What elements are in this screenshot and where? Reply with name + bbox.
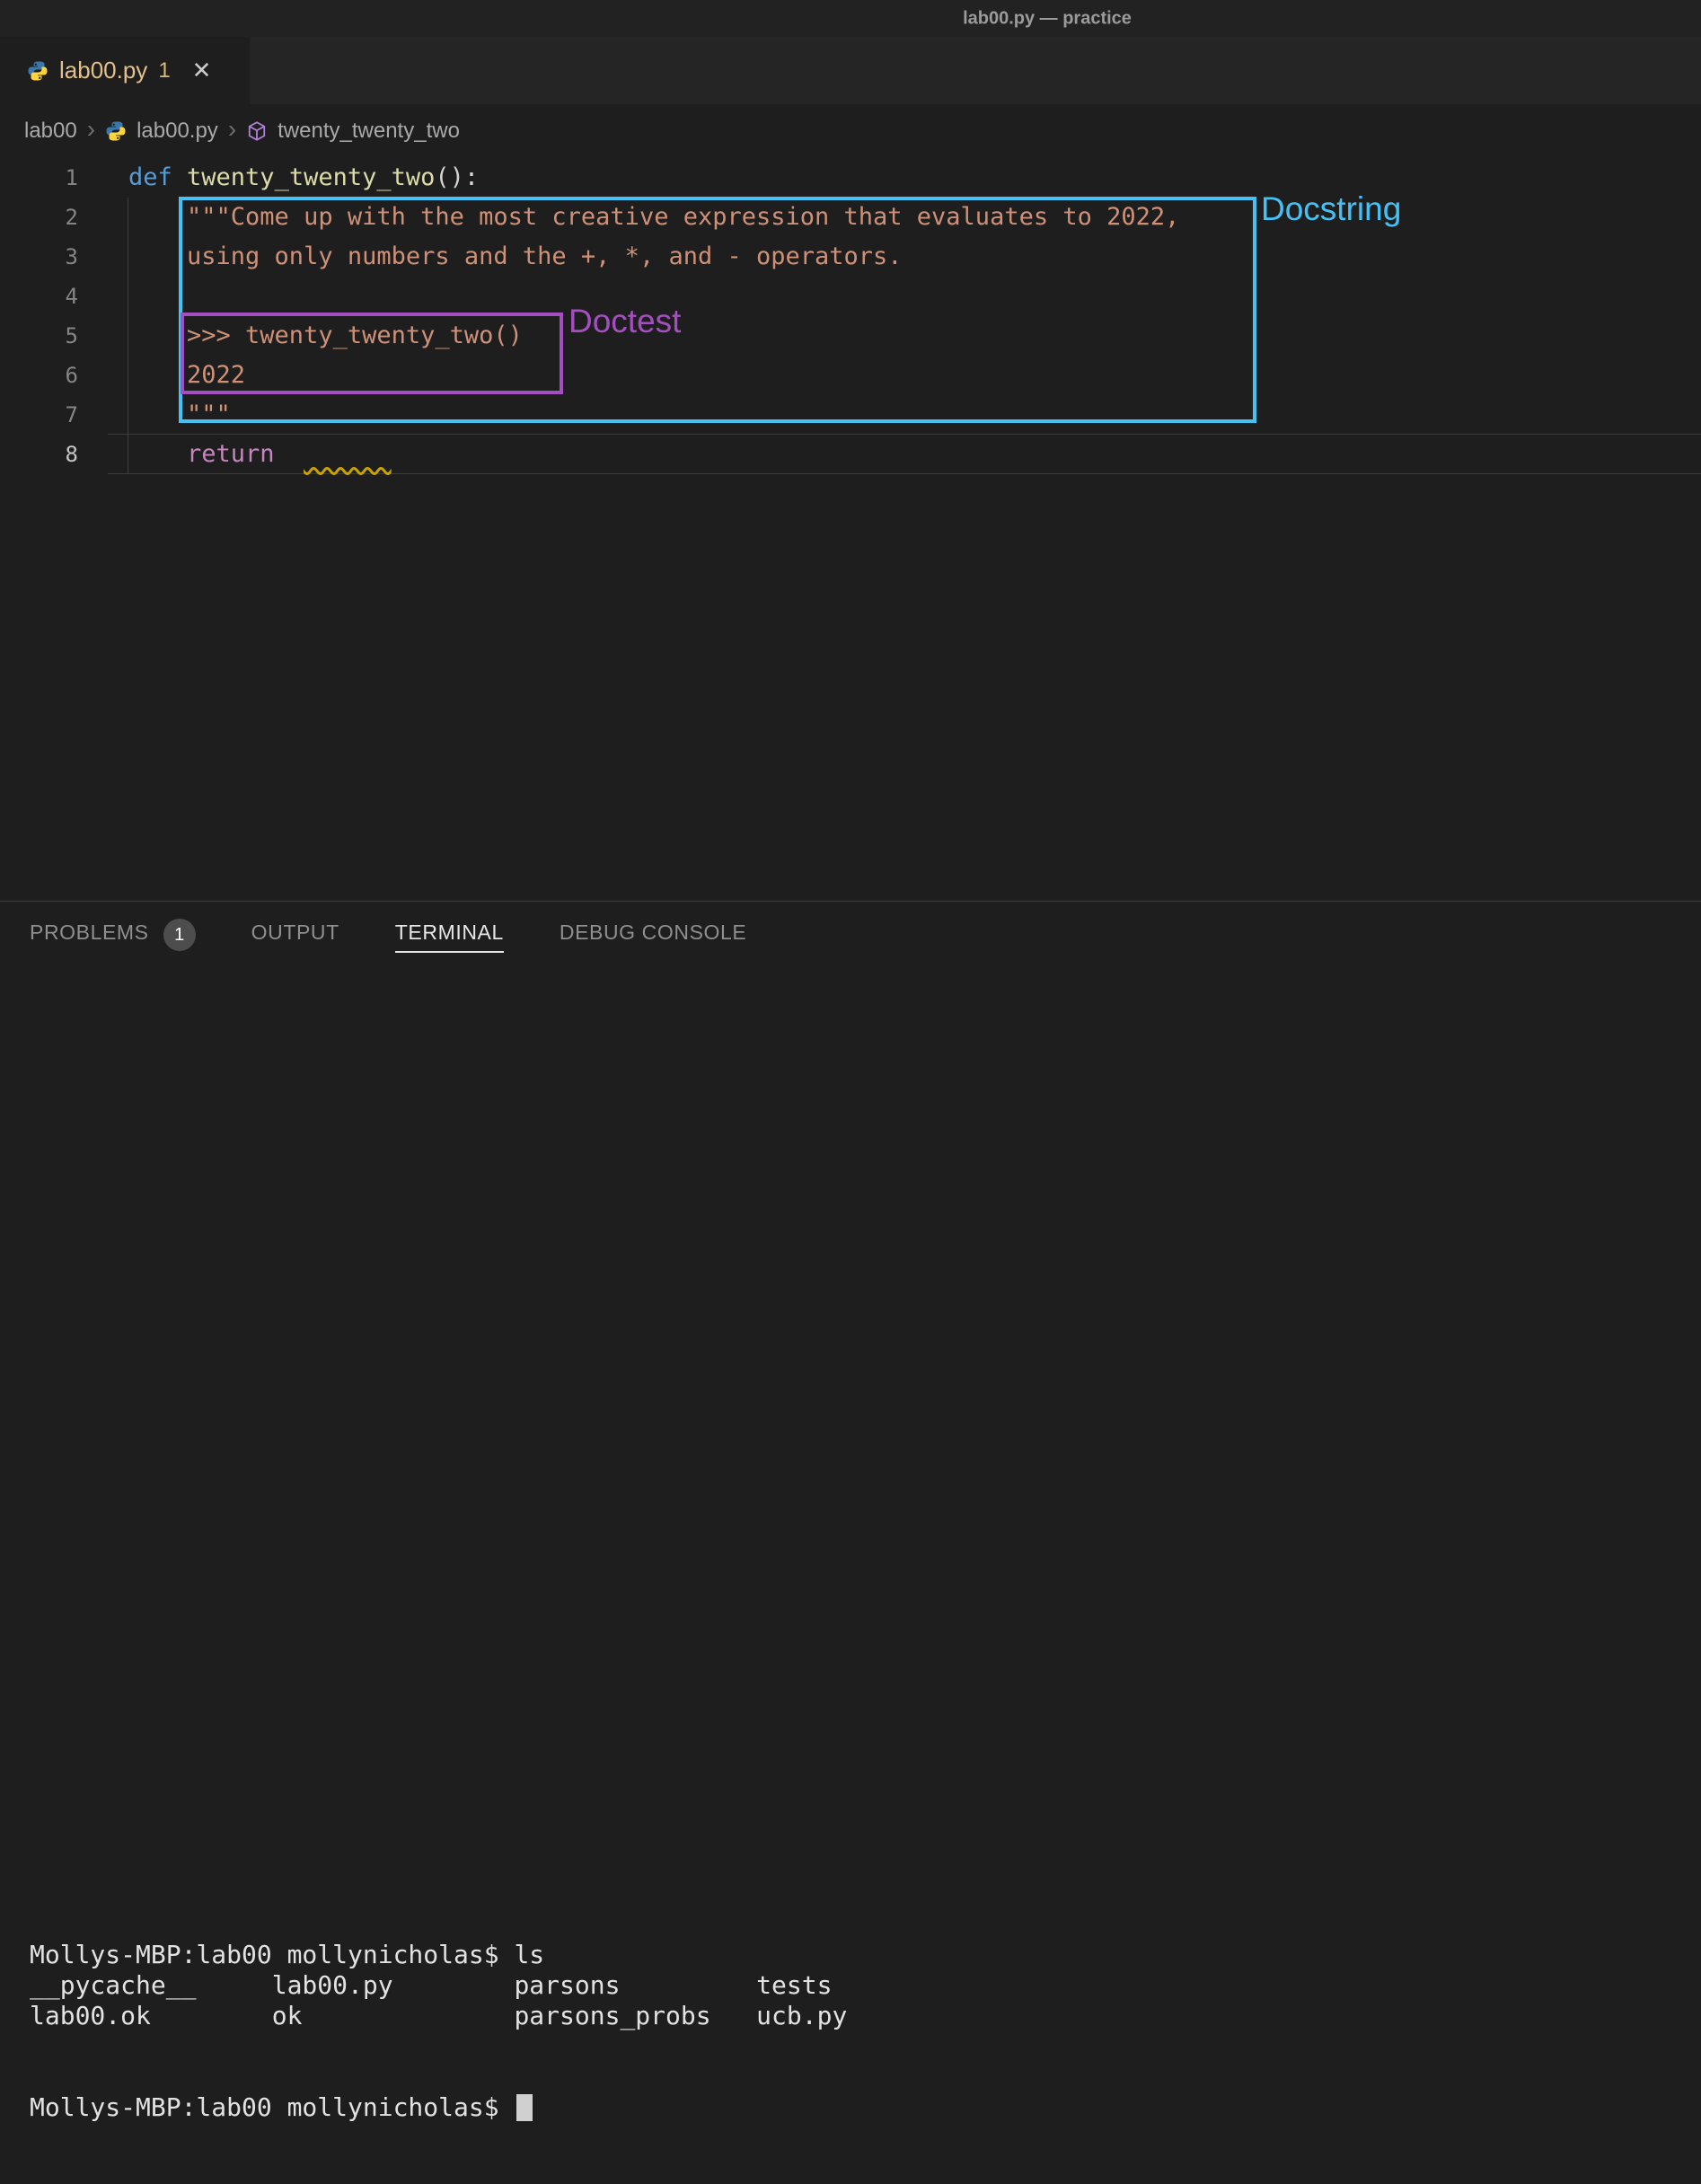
- tab-lab00py[interactable]: lab00.py 1 ✕: [0, 37, 250, 104]
- code-text: using only numbers and the +, *, and - o…: [108, 237, 903, 277]
- line-number: 8: [0, 435, 108, 474]
- code-line[interactable]: 5 >>> twenty_twenty_two(): [0, 316, 1701, 356]
- warning-squiggle: [304, 440, 392, 468]
- panel-tab-output[interactable]: OUTPUT: [251, 920, 339, 953]
- terminal-prompt-line: Mollys-MBP:lab00 mollynicholas$: [30, 2092, 1701, 2123]
- code-token: ():: [435, 163, 479, 191]
- code-token: twenty_twenty_two: [187, 163, 435, 191]
- code-line[interactable]: 4: [0, 277, 1701, 316]
- code-line[interactable]: 3 using only numbers and the +, *, and -…: [0, 237, 1701, 277]
- code-token: """Come up with the most creative expres…: [128, 203, 1179, 231]
- line-number: 6: [0, 356, 108, 395]
- terminal-line: lab00.ok ok parsons_probs ucb.py: [30, 2001, 1701, 2031]
- line-number: 5: [0, 316, 108, 356]
- code-lines: 1def twenty_twenty_two():2 """Come up wi…: [0, 158, 1701, 474]
- code-text: return: [108, 435, 392, 474]
- symbol-cube-icon: [246, 120, 268, 142]
- bottom-panel: PROBLEMS1OUTPUTTERMINALDEBUG CONSOLE Mol…: [0, 901, 1701, 1171]
- code-token: [275, 440, 304, 468]
- terminal-prompt: Mollys-MBP:lab00 mollynicholas$: [30, 2092, 514, 2122]
- code-line[interactable]: 2 """Come up with the most creative expr…: [0, 198, 1701, 237]
- python-icon: [27, 60, 48, 82]
- chevron-right-icon: ›: [87, 117, 95, 142]
- tab-dirty-indicator: 1: [158, 58, 170, 84]
- line-number: 3: [0, 237, 108, 277]
- docstring-annotation-label: Docstring: [1261, 190, 1401, 228]
- panel-tab-label: PROBLEMS: [30, 920, 149, 953]
- panel-tab-debug-console[interactable]: DEBUG CONSOLE: [560, 920, 746, 953]
- code-text: >>> twenty_twenty_two(): [108, 316, 523, 356]
- code-text: """Come up with the most creative expres…: [108, 198, 1179, 237]
- title-bar: lab00.py — practice: [0, 0, 1701, 37]
- code-token: using only numbers and the +, *, and - o…: [128, 242, 903, 270]
- code-line[interactable]: 8 return: [0, 435, 1701, 474]
- problems-count-badge: 1: [163, 919, 196, 951]
- tab-label: lab00.py: [59, 57, 147, 84]
- code-token: """: [128, 401, 231, 428]
- panel-tab-label: TERMINAL: [395, 920, 504, 953]
- code-editor[interactable]: 1def twenty_twenty_two():2 """Come up wi…: [0, 158, 1701, 474]
- panel-tab-problems[interactable]: PROBLEMS 1: [30, 919, 196, 955]
- terminal-line: __pycache__ lab00.py parsons tests: [30, 1970, 1701, 2001]
- code-line[interactable]: 1def twenty_twenty_two():: [0, 158, 1701, 198]
- window-title: lab00.py — practice: [963, 8, 1132, 29]
- terminal-line: Mollys-MBP:lab00 mollynicholas$ ls: [30, 1940, 1701, 1970]
- code-token: 2022: [128, 361, 245, 389]
- breadcrumb: lab00 › lab00.py › twenty_twenty_two: [0, 104, 1701, 158]
- python-icon: [105, 120, 127, 142]
- code-text: 2022: [108, 356, 245, 395]
- code-token: [128, 440, 187, 468]
- breadcrumb-item-symbol[interactable]: twenty_twenty_two: [278, 119, 460, 144]
- panel-tab-terminal[interactable]: TERMINAL: [395, 920, 504, 953]
- code-line[interactable]: 7 """: [0, 395, 1701, 435]
- line-number: 4: [0, 277, 108, 316]
- doctest-annotation-label: Doctest: [568, 303, 681, 340]
- breadcrumb-item-lab00py[interactable]: lab00.py: [137, 119, 218, 144]
- panel-tabs: PROBLEMS 1 OUTPUT TERMINAL DEBUG CONSOLE: [0, 902, 1701, 972]
- code-token: def: [128, 163, 187, 191]
- close-icon[interactable]: ✕: [192, 57, 212, 84]
- terminal[interactable]: Mollys-MBP:lab00 mollynicholas$ ls__pyca…: [30, 1879, 1701, 2184]
- code-token: return: [187, 440, 275, 468]
- panel-tab-label: DEBUG CONSOLE: [560, 920, 746, 953]
- tab-strip: lab00.py 1 ✕: [0, 37, 1701, 104]
- chevron-right-icon: ›: [228, 117, 236, 142]
- terminal-cursor: [516, 2094, 533, 2121]
- terminal-lines: Mollys-MBP:lab00 mollynicholas$ ls__pyca…: [30, 1940, 1701, 2031]
- code-text: """: [108, 395, 231, 435]
- line-number: 2: [0, 198, 108, 237]
- panel-tab-label: OUTPUT: [251, 920, 339, 953]
- breadcrumb-item-lab00[interactable]: lab00: [24, 119, 77, 144]
- code-token: >>> twenty_twenty_two(): [128, 321, 523, 349]
- line-number: 1: [0, 158, 108, 198]
- line-number: 7: [0, 395, 108, 435]
- code-line[interactable]: 6 2022: [0, 356, 1701, 395]
- code-text: def twenty_twenty_two():: [108, 158, 479, 198]
- code-text: [108, 277, 128, 316]
